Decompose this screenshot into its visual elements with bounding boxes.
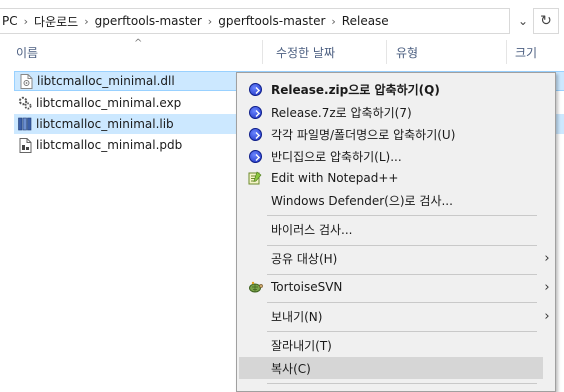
breadcrumb-gperftools-2[interactable]: gperftools-master: [214, 14, 329, 28]
menu-item-virus-scan[interactable]: 바이러스 검사...: [239, 218, 543, 240]
menu-item-edit-notepad[interactable]: Edit with Notepad++: [239, 167, 543, 189]
file-name: libtcmalloc_minimal.pdb: [36, 138, 183, 152]
menu-separator: [267, 383, 537, 384]
menu-label: 보내기(N): [271, 309, 323, 324]
address-history-dropdown[interactable]: ⌄: [514, 8, 532, 34]
menu-item-compress-7z[interactable]: Release.7z로 압축하기(7): [239, 101, 543, 123]
column-divider[interactable]: [506, 40, 507, 64]
bandizip-icon: [247, 126, 263, 142]
menu-label: 반디집으로 압축하기(L)...: [271, 149, 402, 164]
menu-item-compress-zip[interactable]: Release.zip으로 압축하기(Q): [239, 78, 543, 100]
menu-label: 공유 대상(H): [271, 251, 338, 266]
column-header-row: ^ 이름 수정한 날짜 유형 크기: [0, 38, 564, 66]
menu-label: 잘라내기(T): [271, 338, 332, 353]
chevron-down-icon: ⌄: [517, 14, 529, 28]
menu-item-compress-each[interactable]: 각각 파일명/폴더명으로 압축하기(U): [239, 123, 543, 145]
chevron-right-icon: ›: [544, 279, 550, 295]
chevron-right-icon: ›: [544, 250, 550, 266]
chevron-right-icon[interactable]: ›: [206, 15, 214, 28]
menu-label: 각각 파일명/폴더명으로 압축하기(U): [271, 127, 456, 142]
breadcrumb-pc[interactable]: PC: [0, 14, 22, 28]
lib-file-icon: [18, 116, 32, 132]
menu-item-compress-bandizip[interactable]: 반디집으로 압축하기(L)...: [239, 145, 543, 167]
menu-separator: [267, 331, 537, 332]
menu-label: TortoiseSVN: [271, 280, 343, 294]
menu-item-copy[interactable]: 복사(C): [239, 357, 543, 379]
notepad-plus-plus-icon: [247, 170, 263, 186]
breadcrumb-gperftools-1[interactable]: gperftools-master: [91, 14, 206, 28]
menu-item-tortoise-svn[interactable]: TortoiseSVN ›: [239, 276, 550, 298]
breadcrumb-release[interactable]: Release: [338, 14, 393, 28]
menu-item-share-with[interactable]: 공유 대상(H) ›: [239, 247, 550, 269]
chevron-right-icon[interactable]: ›: [329, 15, 337, 28]
exp-file-icon: [18, 95, 32, 111]
column-type[interactable]: 유형: [396, 44, 418, 61]
menu-separator: [267, 274, 537, 275]
menu-label: Release.zip으로 압축하기(Q): [271, 82, 440, 97]
menu-separator: [267, 215, 537, 216]
bandizip-icon: [247, 104, 263, 120]
pdb-file-icon: [18, 137, 32, 153]
file-name: libtcmalloc_minimal.lib: [36, 117, 174, 131]
menu-label: Windows Defender(으)로 검사...: [271, 193, 453, 208]
menu-label: Release.7z로 압축하기(7): [271, 105, 412, 120]
file-name: libtcmalloc_minimal.dll: [37, 74, 175, 88]
menu-separator: [267, 245, 537, 246]
chevron-right-icon[interactable]: ›: [22, 15, 30, 28]
chevron-right-icon: ›: [544, 308, 550, 324]
dll-file-icon: [19, 73, 33, 89]
column-name[interactable]: 이름: [16, 44, 38, 61]
menu-separator: [267, 302, 537, 303]
menu-label: Edit with Notepad++: [271, 171, 399, 185]
column-divider[interactable]: [386, 40, 387, 64]
menu-label: 바이러스 검사...: [271, 222, 353, 237]
breadcrumb[interactable]: PC › 다운로드 › gperftools-master › gperftoo…: [0, 8, 510, 34]
tortoise-svn-icon: [247, 279, 263, 295]
context-menu: Release.zip으로 압축하기(Q) Release.7z로 압축하기(7…: [236, 72, 556, 392]
menu-label: 복사(C): [271, 361, 311, 376]
bandizip-icon: [247, 148, 263, 164]
column-size[interactable]: 크기: [515, 44, 537, 61]
refresh-icon: ↻: [540, 13, 552, 29]
refresh-button[interactable]: ↻: [533, 8, 559, 34]
column-divider[interactable]: [262, 40, 263, 64]
breadcrumb-downloads[interactable]: 다운로드: [30, 13, 82, 30]
file-name: libtcmalloc_minimal.exp: [36, 96, 182, 110]
address-bar: PC › 다운로드 › gperftools-master › gperftoo…: [0, 0, 564, 40]
menu-item-send-to[interactable]: 보내기(N) ›: [239, 305, 550, 327]
menu-item-cut[interactable]: 잘라내기(T): [239, 334, 543, 356]
sort-ascending-icon: ^: [134, 38, 143, 49]
menu-item-windows-defender[interactable]: Windows Defender(으)로 검사...: [239, 189, 543, 211]
chevron-right-icon[interactable]: ›: [82, 15, 90, 28]
column-modified[interactable]: 수정한 날짜: [276, 44, 335, 61]
bandizip-icon: [247, 81, 263, 97]
